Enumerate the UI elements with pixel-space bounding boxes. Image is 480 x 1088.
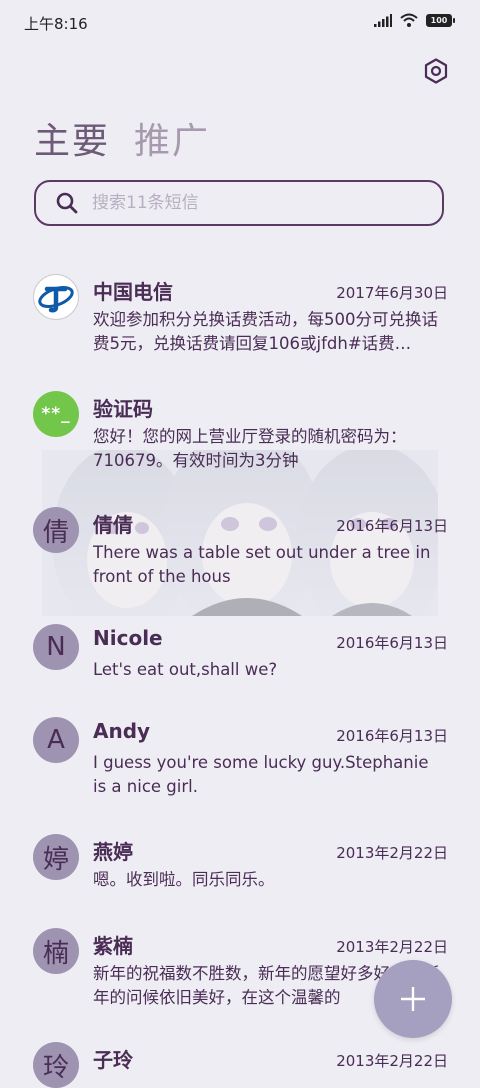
avatar: A — [33, 717, 79, 763]
search-bar[interactable] — [34, 180, 444, 226]
search-icon — [56, 192, 78, 214]
contact-name: Andy — [93, 719, 151, 743]
contact-name: 中国电信 — [93, 280, 173, 304]
message-date: 2013年2月22日 — [336, 1052, 448, 1070]
status-time: 上午8:16 — [24, 15, 88, 33]
tab-bar: 主要 推广 — [34, 112, 210, 164]
list-item[interactable]: 中国电信 2017年6月30日 欢迎参加积分兑换话费活动，每500分可兑换话费5… — [0, 262, 480, 362]
avatar: 楠 — [33, 928, 79, 974]
contact-name: 倩倩 — [93, 513, 133, 537]
message-preview: 您好！您的网上营业厅登录的随机密码为：710679。有效时间为3分钟 — [93, 427, 407, 470]
message-preview: Let's eat out,shall we? — [93, 660, 278, 679]
status-icons: 100 — [374, 13, 455, 27]
message-date: 2017年6月30日 — [336, 284, 448, 302]
tab-promotions[interactable]: 推广 — [134, 112, 210, 164]
message-preview: 嗯。收到啦。同乐同乐。 — [93, 870, 275, 889]
contact-name: 子玲 — [93, 1048, 133, 1072]
list-item[interactable]: N Nicole 2016年6月13日 Let's eat out,shall … — [0, 612, 480, 692]
wifi-icon — [400, 13, 418, 27]
contact-name: 紫楠 — [93, 934, 133, 958]
message-preview: There was a table set out under a tree i… — [93, 543, 431, 586]
status-bar: 上午8:16 100 — [0, 0, 480, 46]
signal-icon — [374, 13, 392, 27]
message-date: 2016年6月13日 — [336, 634, 448, 652]
message-date: 2013年2月22日 — [336, 938, 448, 956]
avatar: 玲 — [33, 1042, 79, 1088]
battery-icon: 100 — [426, 13, 455, 27]
settings-hexagon-icon — [424, 58, 448, 84]
contact-name: Nicole — [93, 626, 163, 650]
avatar: N — [33, 624, 79, 670]
message-preview: 欢迎参加积分兑换话费活动，每500分可兑换话费5元，兑换话费请回复106或jfd… — [93, 310, 438, 353]
message-preview: I guess you're some lucky guy.Stephanie … — [93, 753, 429, 796]
search-input[interactable] — [90, 192, 414, 214]
china-telecom-logo-icon — [33, 274, 79, 320]
avatar: 婷 — [33, 834, 79, 880]
message-date: 2016年6月13日 — [336, 727, 448, 745]
verification-code-avatar: **_ — [33, 391, 79, 437]
list-item[interactable]: 倩 倩倩 2016年6月13日 There was a table set ou… — [0, 495, 480, 595]
contact-name: 燕婷 — [93, 840, 133, 864]
new-message-button[interactable] — [374, 960, 452, 1038]
contact-name: 验证码 — [93, 397, 153, 421]
list-item[interactable]: 婷 燕婷 2013年2月22日 嗯。收到啦。同乐同乐。 — [0, 822, 480, 902]
list-item[interactable]: A Andy 2016年6月13日 I guess you're some lu… — [0, 705, 480, 805]
tab-main[interactable]: 主要 — [34, 112, 110, 164]
message-date: 2016年6月13日 — [336, 517, 448, 535]
message-date: 2013年2月22日 — [336, 844, 448, 862]
avatar: 倩 — [33, 507, 79, 553]
plus-icon — [401, 987, 425, 1011]
list-item[interactable]: **_ 验证码 您好！您的网上营业厅登录的随机密码为：710679。有效时间为3… — [0, 379, 480, 479]
settings-button[interactable] — [420, 55, 452, 87]
